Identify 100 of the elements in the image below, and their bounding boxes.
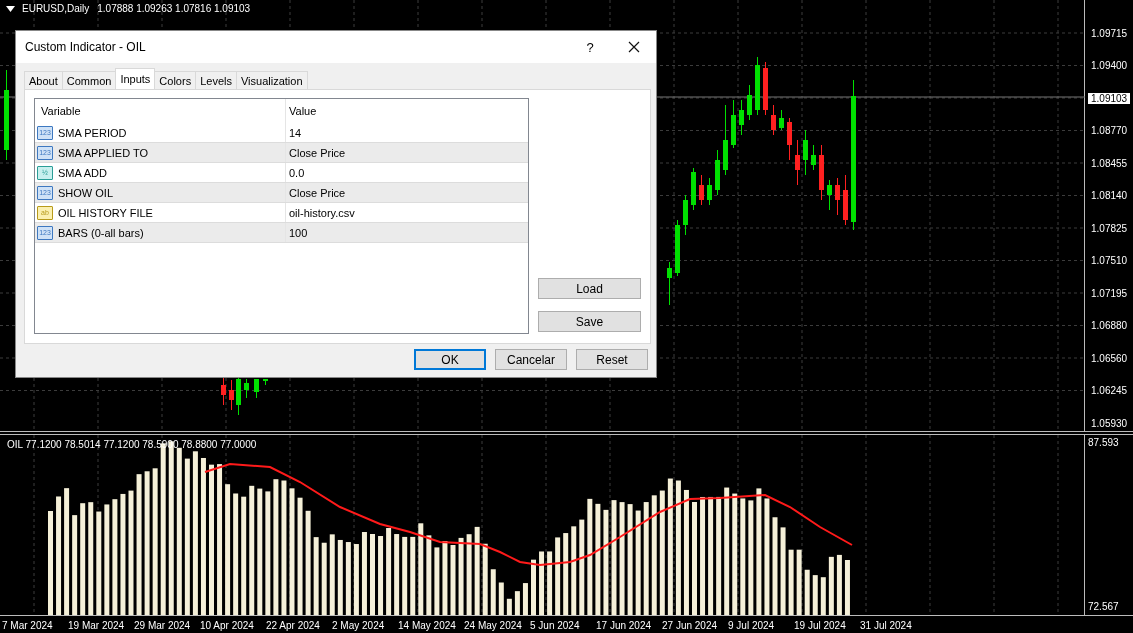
candle [819, 144, 824, 201]
histogram-bar [844, 560, 850, 615]
price-label: 1.09400 [1090, 60, 1128, 72]
tab[interactable]: Visualization [235, 71, 308, 89]
date-label: 31 Jul 2024 [860, 620, 912, 631]
candle [667, 261, 672, 306]
variable-value[interactable]: Close Price [289, 146, 346, 159]
histogram-bar [514, 591, 520, 615]
candle [747, 84, 752, 121]
candle [229, 379, 234, 411]
candle [221, 377, 226, 406]
price-label: 87.593 [1088, 437, 1120, 448]
candle [787, 117, 792, 161]
tab[interactable]: About [24, 71, 63, 89]
price-label: 1.05930 [1090, 417, 1128, 429]
candle [683, 194, 688, 236]
variable-name: SMA PERIOD [58, 126, 127, 139]
candle [739, 99, 744, 136]
price-label: 1.06245 [1090, 385, 1128, 397]
date-label: 14 May 2024 [398, 620, 456, 631]
price-label: 1.08770 [1090, 125, 1128, 137]
dialog-button[interactable]: OK [414, 349, 486, 370]
histogram-bar [490, 569, 496, 615]
candle [811, 144, 816, 171]
help-button[interactable]: ? [568, 32, 612, 62]
variable-name: SMA APPLIED TO [58, 146, 149, 159]
current-price-label: 1.09103 [1088, 92, 1131, 104]
date-label: 5 Jun 2024 [530, 620, 580, 631]
side-button[interactable]: Load [538, 278, 641, 299]
price-label: 1.08455 [1090, 157, 1128, 169]
histogram-bar [531, 559, 536, 615]
histogram-bar [539, 551, 545, 615]
ohlc-values: 1.07888 1.09263 1.07816 1.09103 [97, 3, 251, 14]
histogram-bar [498, 582, 504, 615]
histogram-bar [836, 554, 842, 615]
variable-name: SMA ADD [58, 166, 107, 179]
candle [236, 377, 241, 416]
date-label: 2 May 2024 [332, 620, 385, 631]
candle [771, 104, 776, 136]
histogram-bar [450, 545, 456, 615]
dialog-title: Custom Indicator - OIL [25, 40, 147, 54]
price-label: 1.09715 [1090, 27, 1128, 39]
candle [763, 61, 768, 116]
date-label: 7 Mar 2024 [2, 620, 53, 631]
variable-name: SHOW OIL [58, 186, 113, 199]
candle [263, 378, 268, 386]
histogram-bar [506, 598, 512, 615]
histogram-bar [788, 549, 794, 615]
tab[interactable]: Inputs [115, 68, 156, 89]
dialog-button[interactable]: Reset [576, 349, 648, 370]
side-button[interactable]: Save [538, 311, 641, 332]
date-label: 17 Jun 2024 [596, 620, 652, 631]
price-label: 1.06880 [1090, 320, 1128, 332]
histogram-bar [804, 569, 810, 615]
candle [244, 378, 249, 399]
variable-value[interactable]: Close Price [289, 186, 346, 199]
dropdown-arrow-icon[interactable] [6, 5, 15, 12]
variable-name: OIL HISTORY FILE [58, 206, 153, 219]
price-label: 72.567 [1088, 601, 1120, 612]
histogram-bar [434, 547, 440, 615]
histogram-bar [812, 575, 818, 615]
variable-value[interactable]: 0.0 [289, 166, 305, 179]
date-label: 10 Apr 2024 [200, 620, 254, 631]
histogram-bar [820, 577, 826, 615]
histogram-bar [353, 544, 359, 615]
date-label: 22 Apr 2024 [266, 620, 320, 631]
close-icon [628, 41, 640, 53]
date-label: 19 Jul 2024 [794, 620, 846, 631]
candle [731, 99, 736, 149]
variable-value[interactable]: 14 [289, 126, 302, 139]
date-label: 24 May 2024 [464, 620, 522, 631]
candle [675, 219, 680, 277]
date-label: 19 Mar 2024 [68, 620, 125, 631]
candle [779, 109, 784, 131]
candle [707, 177, 712, 206]
candle [835, 177, 840, 216]
variable-name: BARS (0-all bars) [58, 226, 144, 239]
price-label: 1.06560 [1090, 352, 1128, 364]
candle [723, 104, 728, 176]
candle [795, 139, 800, 186]
candle [755, 56, 760, 116]
histogram-bar [796, 549, 802, 615]
variable-value[interactable]: oil-history.csv [289, 206, 355, 219]
column-header[interactable]: Value [285, 99, 527, 123]
candle [691, 167, 696, 211]
histogram-bar [547, 551, 553, 615]
price-label: 1.07195 [1090, 287, 1128, 299]
date-label: 27 Jun 2024 [662, 620, 718, 631]
price-label: 1.07825 [1090, 222, 1128, 234]
symbol-label: EURUSD,Daily [22, 3, 90, 14]
candle [715, 149, 720, 196]
price-label: 1.08140 [1090, 190, 1128, 202]
price-label: 1.07510 [1090, 255, 1128, 267]
candle [699, 174, 704, 206]
histogram-bar [828, 556, 834, 615]
histogram-bar [522, 583, 528, 615]
column-header[interactable]: Variable [35, 105, 285, 117]
dialog-button[interactable]: Cancelar [495, 349, 567, 370]
candle [254, 378, 259, 399]
variable-value[interactable]: 100 [289, 226, 308, 239]
